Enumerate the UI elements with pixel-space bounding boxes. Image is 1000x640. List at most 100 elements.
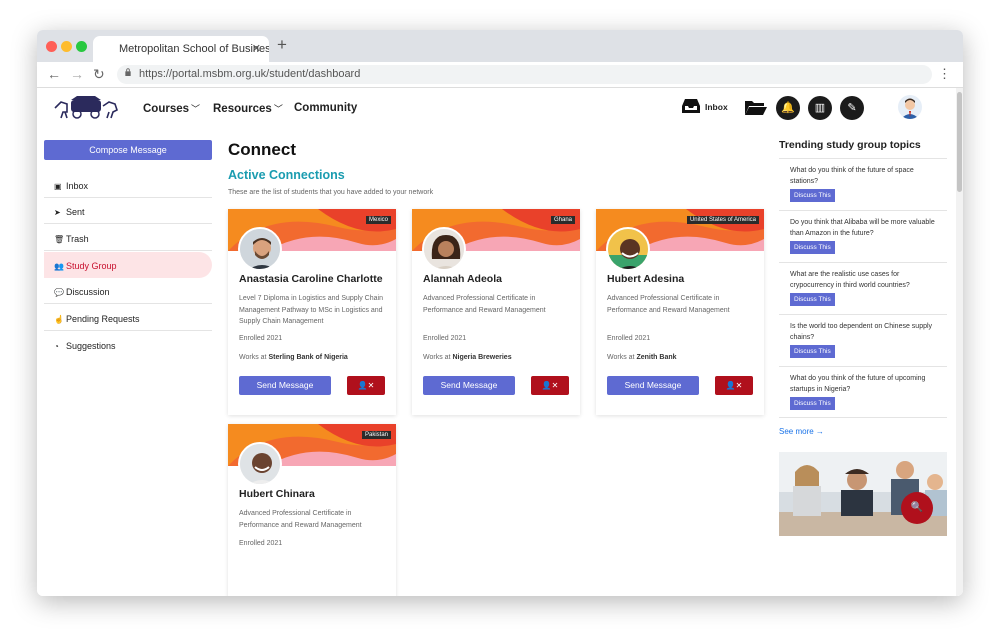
maximize-window-button[interactable] xyxy=(76,41,87,52)
employer-name: Zenith Bank xyxy=(636,354,677,361)
send-message-button[interactable]: Send Message xyxy=(239,376,331,395)
trending-topic: What do you think of the future of upcom… xyxy=(779,366,947,418)
country-badge: Pakistan xyxy=(361,431,391,439)
country-badge: Ghana xyxy=(550,216,575,224)
user-remove-icon: 👤✕ xyxy=(541,381,559,390)
topic-question: What are the realistic use cases for cry… xyxy=(790,271,910,289)
nav-community[interactable]: Community xyxy=(294,102,357,114)
student-employer: Works at Zenith Bank xyxy=(607,354,677,361)
new-tab-icon[interactable]: + xyxy=(277,35,287,55)
trash-icon: 🗑 xyxy=(54,235,65,244)
see-more-link[interactable]: See more → xyxy=(779,427,824,436)
topic-question: What do you think of the future of space… xyxy=(790,167,914,185)
trending-topic: Do you think that Alibaba will be more v… xyxy=(779,210,947,262)
pending-icon: ☝ xyxy=(54,315,64,324)
reload-icon[interactable]: ↻ xyxy=(93,66,105,83)
sidebar-item-study-group[interactable]: 👥 Study Group xyxy=(44,252,212,278)
student-program: Advanced Professional Certificate in Per… xyxy=(239,510,362,529)
sidebar-item-discussion[interactable]: 💬 Discussion xyxy=(44,278,212,304)
page: Courses ﹀ Resources ﹀ Community Inbox 🔔 ▥ … xyxy=(37,88,963,596)
forward-icon[interactable]: → xyxy=(70,66,84,82)
minimize-window-button[interactable] xyxy=(61,41,72,52)
nav-courses[interactable]: Courses ﹀ xyxy=(143,102,200,115)
user-remove-icon: 👤✕ xyxy=(725,381,743,390)
school-logo[interactable] xyxy=(53,94,119,120)
student-photo xyxy=(238,227,282,271)
topic-question: What do you think of the future of upcom… xyxy=(790,375,926,393)
sidebar-item-sent[interactable]: ➤ Sent xyxy=(44,198,212,224)
student-enrolled: Enrolled 2021 xyxy=(239,540,283,547)
discuss-this-button[interactable]: Discuss This xyxy=(790,241,835,254)
chevron-down-icon: ﹀ xyxy=(191,104,201,114)
topic-question: Is the world too dependent on Chinese su… xyxy=(790,323,933,341)
browser-menu-icon[interactable]: ⋮ xyxy=(938,66,951,82)
nav-resources-label: Resources xyxy=(213,103,272,115)
country-badge: Mexico xyxy=(365,216,391,224)
scrollbar-thumb[interactable] xyxy=(957,92,962,192)
address-bar[interactable]: https://portal.msbm.org.uk/student/dashb… xyxy=(117,65,932,84)
nav-community-label: Community xyxy=(294,102,358,114)
sidebar-item-label: Sent xyxy=(66,207,85,217)
sidebar-item-label: Inbox xyxy=(66,181,89,191)
discussion-icon: 💬 xyxy=(54,288,64,297)
group-icon: 👥 xyxy=(54,262,64,271)
page-scrollbar[interactable] xyxy=(956,88,963,596)
student-name[interactable]: Anastasia Caroline Charlotte xyxy=(239,273,383,285)
address-bar-row: ← → ↻ https://portal.msbm.org.uk/student… xyxy=(37,62,963,88)
user-avatar[interactable] xyxy=(898,95,922,119)
discuss-this-button[interactable]: Discuss This xyxy=(790,293,835,306)
inbox-tray-icon[interactable] xyxy=(680,97,702,115)
nav-courses-label: Courses xyxy=(143,103,190,115)
close-tab-icon[interactable]: ✕ xyxy=(252,42,261,55)
folder-open-icon[interactable] xyxy=(744,98,768,116)
search-icon: 🔍 xyxy=(910,502,924,513)
browser-window: Metropolitan School of Busines ✕ + ← → ↻… xyxy=(37,30,963,596)
search-fab-button[interactable]: 🔍 xyxy=(901,492,933,524)
user-remove-icon: 👤✕ xyxy=(357,381,375,390)
works-at-label: Works at xyxy=(607,354,635,361)
connection-card: Pakistan Hubert Chinara Advanced Profess… xyxy=(228,424,396,596)
student-name[interactable]: Hubert Chinara xyxy=(239,488,315,500)
discuss-this-button[interactable]: Discuss This xyxy=(790,397,835,410)
remove-connection-button[interactable]: 👤✕ xyxy=(531,376,569,395)
works-at-label: Works at xyxy=(423,354,451,361)
tab-title: Metropolitan School of Busines xyxy=(119,43,269,55)
back-icon[interactable]: ← xyxy=(47,66,61,82)
suggestions-icon: ◔ xyxy=(54,342,59,351)
sidebar-item-label: Discussion xyxy=(66,287,110,297)
inbox-link[interactable]: Inbox xyxy=(705,102,728,112)
employer-name: Sterling Bank of Nigeria xyxy=(268,354,348,361)
student-name[interactable]: Alannah Adeola xyxy=(423,273,502,285)
send-message-button[interactable]: Send Message xyxy=(607,376,699,395)
sidebar-item-label: Pending Requests xyxy=(66,314,140,324)
send-message-button[interactable]: Send Message xyxy=(423,376,515,395)
browser-tab[interactable]: Metropolitan School of Busines ✕ xyxy=(93,36,269,62)
student-name[interactable]: Hubert Adesina xyxy=(607,273,684,285)
student-program: Advanced Professional Certificate in Per… xyxy=(607,295,730,314)
compose-message-button[interactable]: Compose Message xyxy=(44,140,212,160)
sidebar-item-suggestions[interactable]: ◔ Suggestions xyxy=(44,332,212,358)
trending-topic: Is the world too dependent on Chinese su… xyxy=(779,314,947,366)
discuss-this-button[interactable]: Discuss This xyxy=(790,189,835,202)
student-enrolled: Enrolled 2021 xyxy=(607,335,651,342)
certificate-icon[interactable]: ✎ xyxy=(840,96,864,120)
sidebar-item-trash[interactable]: 🗑 Trash xyxy=(44,225,212,251)
student-enrolled: Enrolled 2021 xyxy=(239,335,283,342)
student-employer: Works at Sterling Bank of Nigeria xyxy=(239,354,348,361)
close-window-button[interactable] xyxy=(46,41,57,52)
section-description: These are the list of students that you … xyxy=(228,189,434,196)
discuss-this-button[interactable]: Discuss This xyxy=(790,345,835,358)
country-badge: United States of America xyxy=(686,216,759,224)
bell-icon[interactable]: 🔔 xyxy=(776,96,800,120)
remove-connection-button[interactable]: 👤✕ xyxy=(347,376,385,395)
page-title: Connect xyxy=(228,140,296,159)
sidebar-item-pending-requests[interactable]: ☝ Pending Requests xyxy=(44,305,212,331)
sidebar-item-label: Study Group xyxy=(66,261,117,271)
building-icon[interactable]: ▥ xyxy=(808,96,832,120)
student-program: Level 7 Diploma in Logistics and Supply … xyxy=(239,295,383,325)
student-photo xyxy=(238,442,282,486)
nav-resources[interactable]: Resources ﹀ xyxy=(213,102,283,115)
employer-name: Nigeria Breweries xyxy=(452,354,512,361)
sidebar-item-inbox[interactable]: ▣ Inbox xyxy=(44,172,212,198)
remove-connection-button[interactable]: 👤✕ xyxy=(715,376,753,395)
